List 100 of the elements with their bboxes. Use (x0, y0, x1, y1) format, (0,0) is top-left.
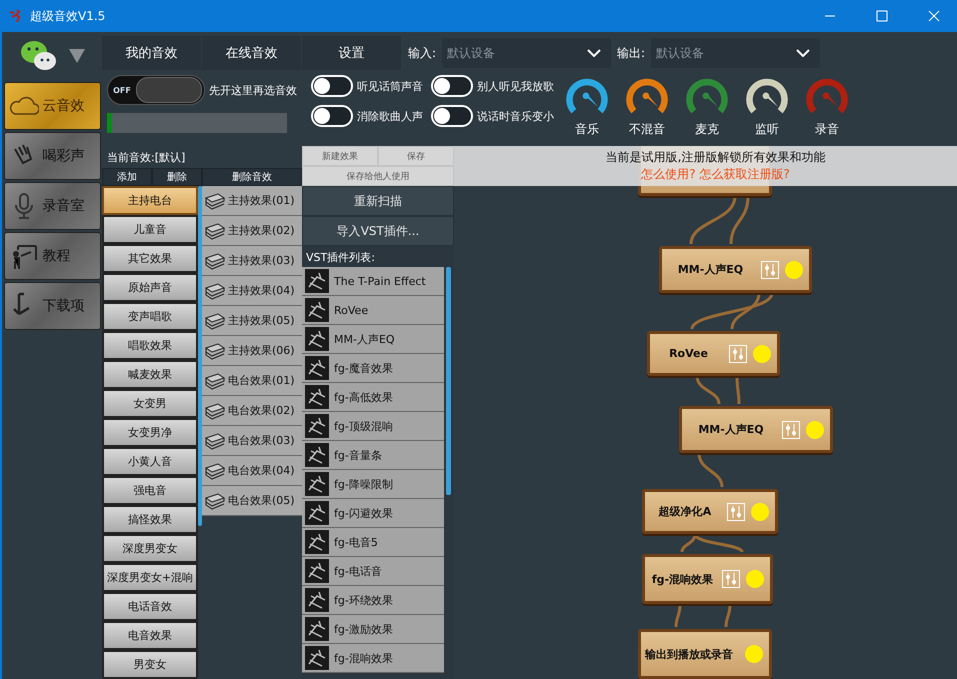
plugin-item[interactable]: fg-音量条 (302, 441, 444, 470)
connector-line (674, 604, 682, 628)
preset-item[interactable]: 女变男 (102, 389, 198, 418)
effect-node[interactable]: 超级净化A (642, 489, 778, 534)
node-label: fg-混响效果 (650, 572, 714, 586)
preset-item[interactable]: 小黄人音 (102, 447, 198, 476)
connector-line (736, 376, 740, 404)
plugin-icon (305, 559, 329, 583)
vst-action-button[interactable]: 重新扫描 (302, 186, 454, 216)
preset-item[interactable]: 女变男净 (102, 418, 198, 447)
plugin-item[interactable]: fg-闪避效果 (302, 499, 444, 528)
effect-item[interactable]: 主持效果(04) (202, 276, 302, 306)
vst-list-label: VST插件列表: (305, 250, 376, 266)
toggle-label: 别人听见我放歌 (477, 78, 554, 94)
effect-node[interactable]: MM-人声EQ (679, 406, 833, 453)
sliders-icon[interactable] (761, 260, 779, 278)
preset-item[interactable]: 电话音效 (102, 592, 198, 621)
plugin-item[interactable]: fg-环绕效果 (302, 586, 444, 615)
node-label: 输出到播放或录音 (645, 646, 733, 662)
effect-node[interactable]: MM-人声EQ (659, 246, 812, 293)
status-dot (751, 502, 769, 520)
plugin-item[interactable]: fg-电话音 (302, 557, 444, 586)
effect-node[interactable]: 输出到播放或录音 (638, 629, 772, 679)
preset-item[interactable]: 深度男变女+混响 (102, 563, 198, 592)
preset-item[interactable]: 强电音 (102, 476, 198, 505)
gauge-label: 音乐 (575, 121, 599, 138)
input-device-dropdown[interactable]: 默认设备 (442, 38, 612, 68)
status-dot (785, 260, 803, 278)
maximize-icon[interactable] (876, 10, 888, 22)
effect-item[interactable]: 电台效果(01) (202, 366, 302, 396)
connector-line (696, 376, 720, 404)
toggle-switch[interactable] (431, 75, 473, 97)
sliders-icon[interactable] (722, 570, 740, 588)
preset-item[interactable]: 深度男变女 (102, 534, 198, 563)
vst-action-button[interactable]: 导入VST插件... (302, 216, 454, 246)
effect-item[interactable]: 电台效果(05) (202, 486, 302, 516)
output-device-dropdown[interactable]: 默认设备 (651, 38, 820, 68)
preset-item[interactable]: 喊麦效果 (102, 360, 198, 389)
plugin-item[interactable]: fg-降噪限制 (302, 470, 444, 499)
toggle-switch[interactable] (311, 105, 353, 127)
plugin-item[interactable]: fg-魔音效果 (302, 354, 444, 383)
effect-item[interactable]: 主持效果(06) (202, 336, 302, 366)
list-action-button[interactable]: 添加 (102, 168, 152, 186)
node-label: MM-人声EQ (676, 262, 744, 277)
plugin-item[interactable]: fg-电音5 (302, 528, 444, 557)
scrollbar[interactable] (446, 267, 451, 495)
preset-item[interactable]: 原始声音 (102, 273, 198, 302)
effect-node[interactable]: RoVee (647, 331, 780, 376)
plugin-icon (305, 472, 329, 496)
tab[interactable]: 在线音效 (202, 36, 302, 70)
output-label: 输出: (617, 44, 646, 62)
preset-item[interactable]: 其它效果 (102, 244, 198, 273)
sliders-icon[interactable] (782, 420, 800, 438)
dropdown-triangle-icon[interactable] (69, 49, 85, 63)
tab[interactable]: 我的音效 (102, 36, 202, 70)
chevron-down-icon (587, 49, 602, 57)
effect-item[interactable]: 电台效果(02) (202, 396, 302, 426)
effect-item[interactable]: 电台效果(03) (202, 426, 302, 456)
preset-item[interactable]: 搞怪效果 (102, 505, 198, 534)
plugin-icon (305, 414, 329, 438)
power-switch[interactable]: OFF (107, 75, 205, 105)
plugin-icon (305, 646, 329, 670)
current-effect-label: 当前音效:[默认] (106, 150, 186, 166)
effect-item[interactable]: 电台效果(04) (202, 456, 302, 486)
sliders-icon[interactable] (729, 344, 747, 362)
chat-bubbles-icon[interactable] (19, 39, 59, 73)
plugin-item[interactable]: RoVee (302, 296, 444, 325)
books-icon (204, 402, 226, 420)
effect-item[interactable]: 主持效果(01) (202, 186, 302, 216)
effect-item[interactable]: 主持效果(03) (202, 246, 302, 276)
chevron-down-icon (796, 49, 810, 57)
plugin-icon (305, 530, 329, 554)
close-icon[interactable] (928, 10, 940, 22)
plugin-item[interactable]: fg-顶级混响 (302, 412, 444, 441)
sidebar-item[interactable]: 云音效 (4, 82, 100, 130)
toggle-switch[interactable] (431, 105, 473, 127)
preset-item[interactable]: 男变女 (102, 650, 198, 679)
preset-item[interactable]: 电音效果 (102, 621, 198, 650)
plugin-item[interactable]: MM-人声EQ (302, 325, 444, 354)
status-dot (753, 344, 771, 362)
books-icon (204, 312, 226, 330)
books-icon (204, 432, 226, 450)
effect-node[interactable]: fg-混响效果 (642, 554, 773, 604)
preset-item[interactable]: 儿童音 (102, 215, 198, 244)
plugin-item[interactable]: fg-高低效果 (302, 383, 444, 412)
list-action-button[interactable]: 删除音效 (202, 168, 302, 186)
effect-item[interactable]: 主持效果(05) (202, 306, 302, 336)
scrollbar[interactable] (198, 186, 202, 526)
sliders-icon[interactable] (727, 502, 745, 520)
books-icon (204, 372, 226, 390)
effect-item[interactable]: 主持效果(02) (202, 216, 302, 246)
plugin-item[interactable]: fg-混响效果 (302, 644, 444, 673)
preset-item[interactable]: 变声唱歌 (102, 302, 198, 331)
list-action-button[interactable]: 删除 (152, 168, 202, 186)
tab[interactable]: 设置 (302, 36, 402, 70)
plugin-item[interactable]: The T-Pain Effect (302, 267, 444, 296)
preset-item[interactable]: 主持电台 (102, 186, 198, 215)
preset-item[interactable]: 唱歌效果 (102, 331, 198, 360)
plugin-item[interactable]: fg-激励效果 (302, 615, 444, 644)
toggle-switch[interactable] (311, 75, 353, 97)
